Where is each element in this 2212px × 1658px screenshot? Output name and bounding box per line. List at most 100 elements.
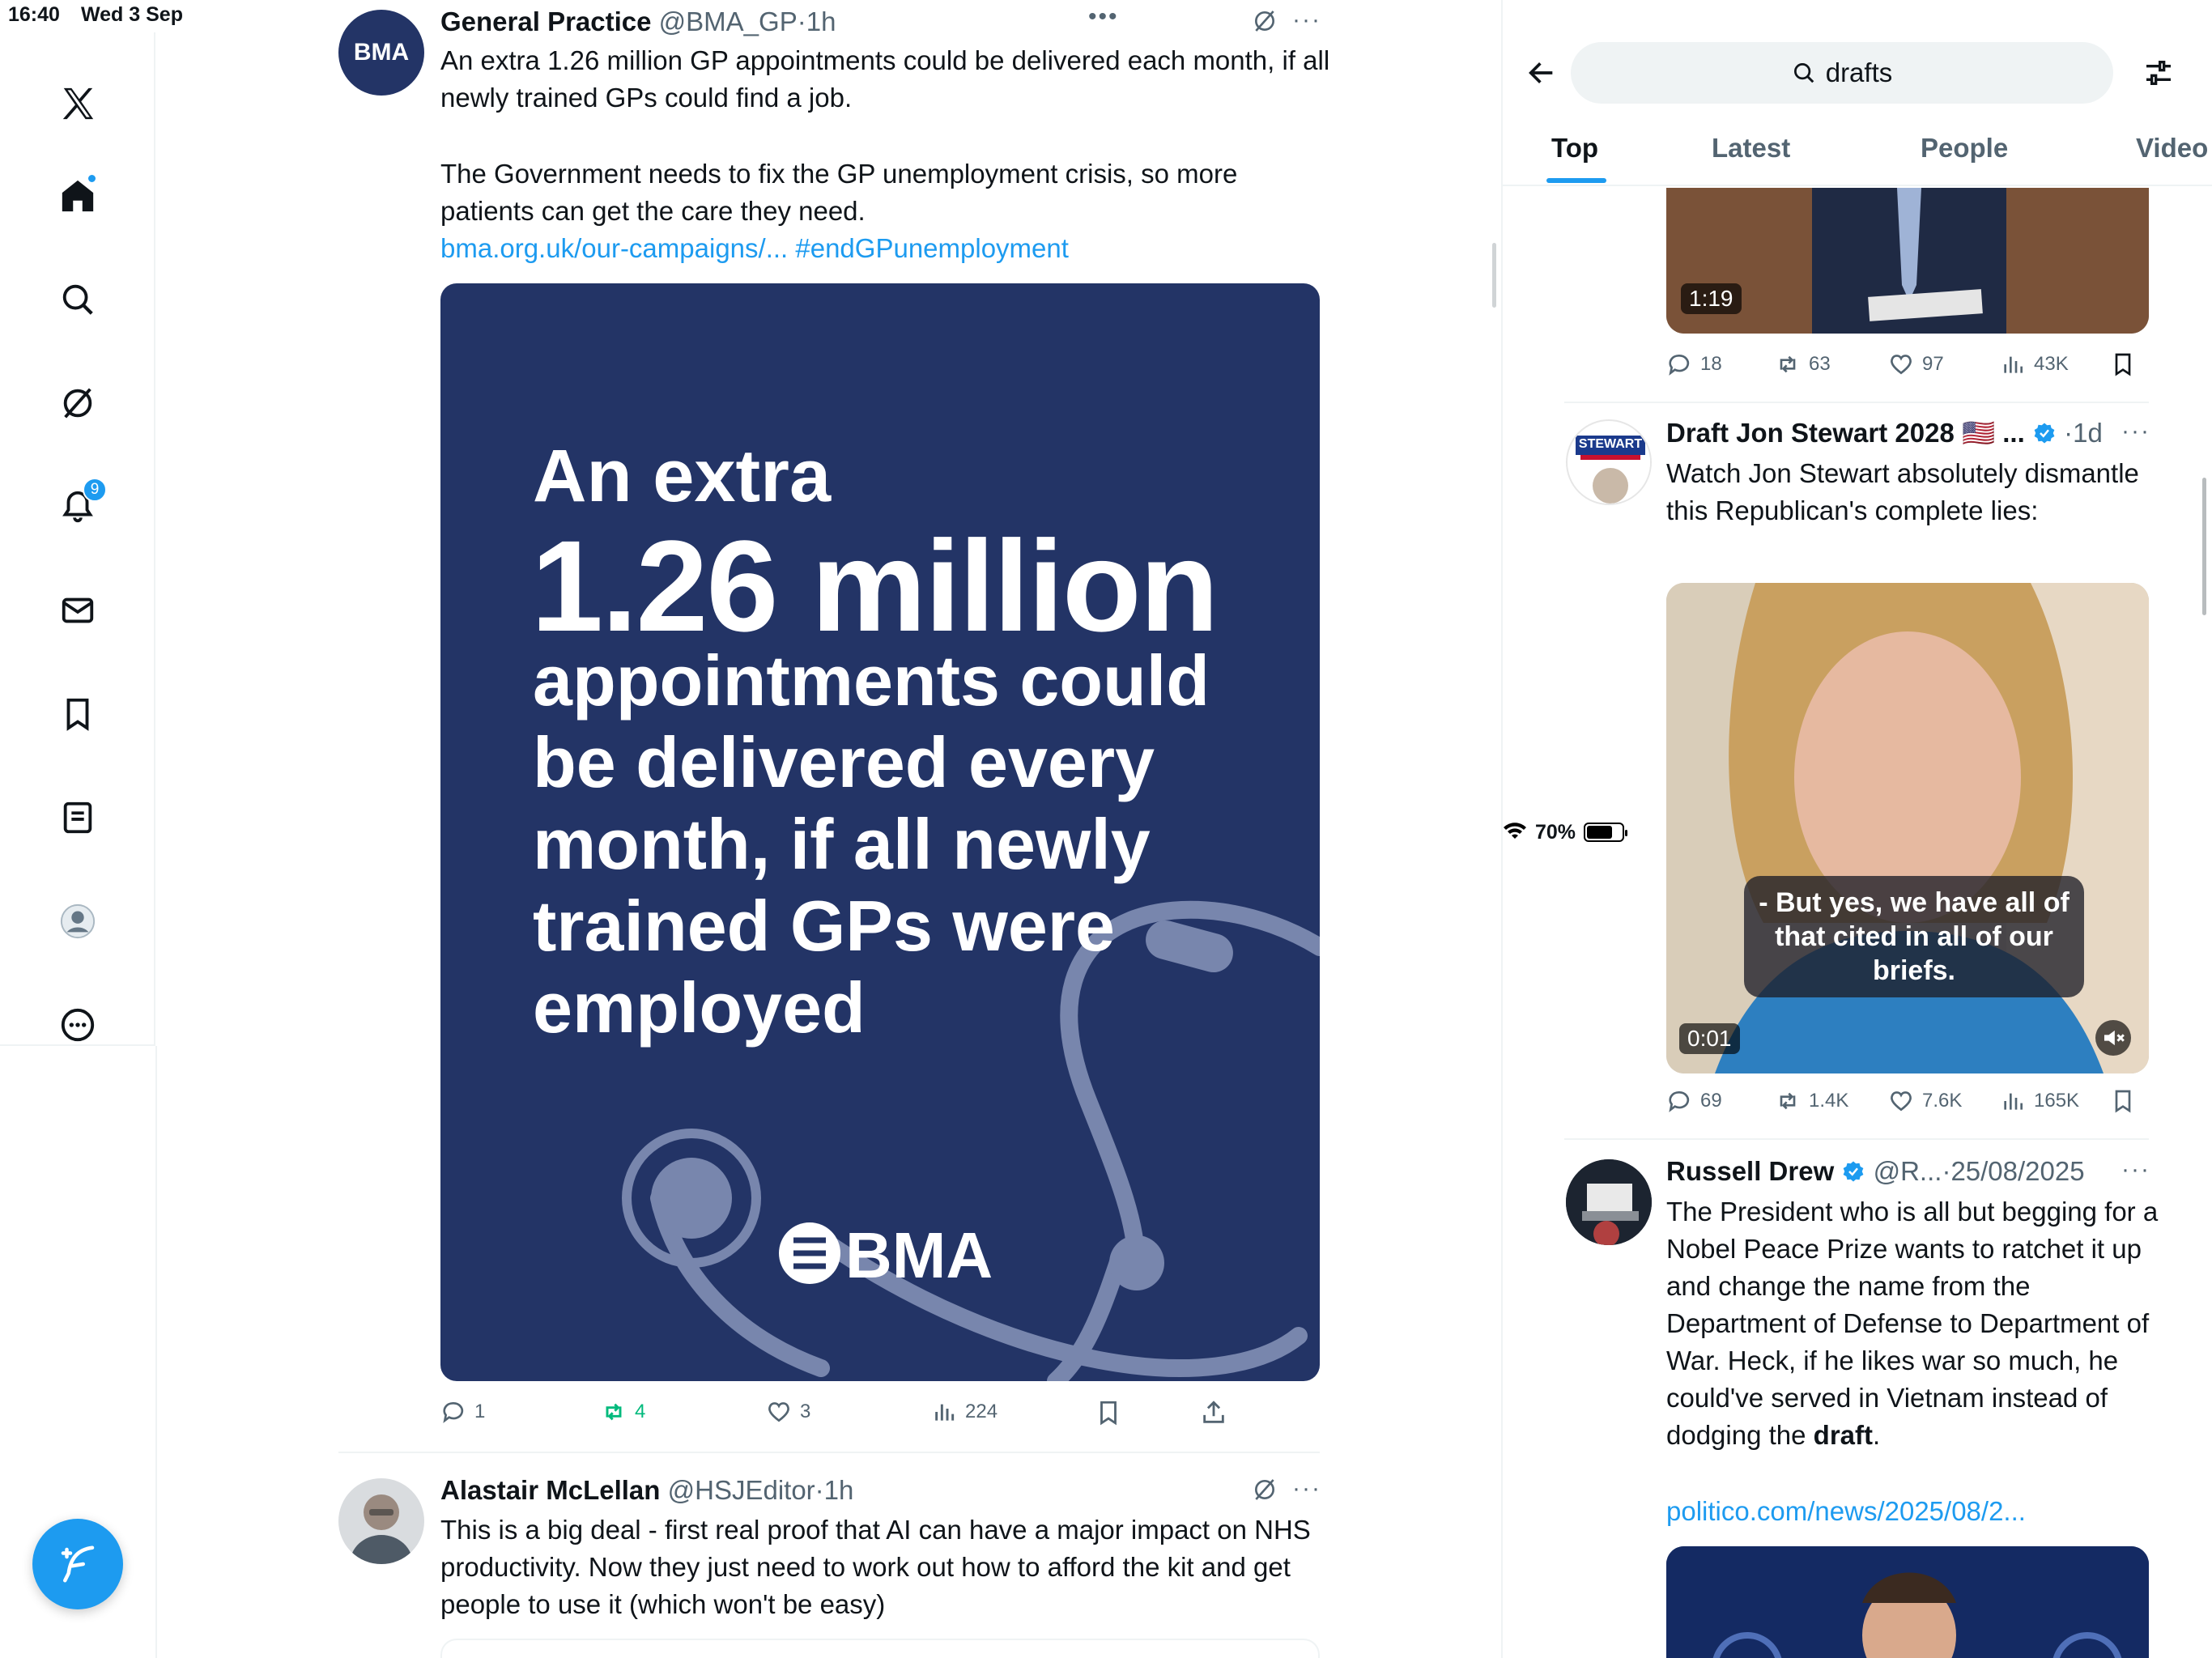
heart-icon [1891,355,1912,375]
card-line-1: An extra [533,435,832,517]
tweet-media-preview[interactable] [440,1639,1320,1658]
author-name[interactable]: Alastair McLellan [440,1475,660,1505]
tweet-avatar-russell-drew[interactable] [1566,1159,1652,1245]
grok-icon[interactable] [1252,8,1278,34]
views-bars-icon [2004,356,2023,373]
more-options-icon[interactable] [47,994,108,1056]
repost-button[interactable]: 1.4K [1775,1088,1848,1114]
tweet-time[interactable]: 25/08/2025 [1950,1156,2084,1186]
pane-divider [1501,0,1503,1658]
tweet-text-end: . [1873,1420,1881,1450]
tweet-avatar-alastair[interactable] [338,1478,424,1564]
author-handle[interactable]: @R... [1874,1156,1942,1186]
author-name[interactable]: General Practice [440,6,652,36]
reply-icon [443,1401,464,1423]
card-line-3: appointments could be delivered every mo… [533,640,1210,1048]
author-name[interactable]: Draft Jon Stewart 2028 [1666,418,1955,448]
tweet-link[interactable]: politico.com/news/2025/08/2... [1666,1493,2162,1530]
tweet-separator [1564,402,2149,403]
notifications-badge: 9 [83,478,107,502]
right-scrollbar[interactable] [2202,478,2206,615]
tweet-time[interactable]: 1d [2073,418,2103,448]
like-button[interactable]: 3 [766,1399,810,1425]
battery-percent: 70% [1535,820,1576,844]
tab-video[interactable]: Video [2136,133,2208,164]
tweet-top-overflow-icon[interactable]: ••• [1088,3,1119,31]
reply-button[interactable]: 69 [1666,1088,1722,1114]
reply-button[interactable]: 1 [440,1399,485,1425]
tweet-image-card[interactable]: An extra 1.26 million appointments could… [440,283,1320,1381]
like-button[interactable]: 7.6K [1888,1088,1962,1114]
status-date: Wed 3 Sep [81,3,183,26]
bookmark-icon[interactable] [2110,1088,2136,1114]
video-player[interactable]: - But yes, we have all of that cited in … [1666,583,2149,1073]
views-count: 165K [2034,1090,2080,1112]
avatar-text: STEWART [1578,437,1643,451]
tweet-time[interactable]: 1h [806,6,836,36]
reply-button[interactable]: 18 [1666,351,1722,377]
tab-people[interactable]: People [1921,133,2008,164]
mute-icon[interactable] [2095,1020,2131,1056]
tweet-more-icon[interactable]: ··· [2121,1156,2150,1184]
search-bar[interactable]: drafts [1571,42,2113,104]
tweet-avatar-jon-stewart[interactable]: STEWART [1566,419,1652,505]
views-button[interactable]: 43K [2000,351,2069,377]
pane-resize-handle[interactable] [1492,243,1496,308]
hashtag-link[interactable]: #endGPunemployment [795,233,1069,263]
author-name[interactable]: Russell Drew [1666,1156,1834,1186]
grok-icon[interactable] [1252,1477,1278,1503]
nav-divider [155,1046,157,1658]
views-count: 224 [965,1401,998,1422]
video-caption: - But yes, we have all of that cited in … [1744,876,2084,997]
middot: · [815,1475,824,1505]
reply-count: 1 [474,1401,486,1422]
tweet-header: Draft Jon Stewart 2028 🇺🇸 ... ·1d [1666,418,2103,449]
repost-button[interactable]: 63 [1775,351,1831,377]
like-button[interactable]: 97 [1888,351,1944,377]
middot: · [2064,418,2074,448]
bookmark-icon[interactable] [1095,1399,1122,1426]
bookmark-icon[interactable] [2110,351,2136,377]
messages-envelope-icon[interactable] [47,580,108,641]
tab-top[interactable]: Top [1551,133,1598,164]
search-icon[interactable] [47,269,108,330]
profile-avatar-icon[interactable] [47,891,108,952]
repost-count: 63 [1809,353,1831,375]
views-bars-icon [2004,1093,2023,1110]
x-logo-icon[interactable] [47,73,108,134]
tweet-header: Russell Drew @R...·25/08/2025 [1666,1156,2085,1187]
card-bma-logo: BMA [845,1219,993,1291]
repost-button[interactable]: 4 [601,1399,645,1425]
home-icon[interactable] [47,165,108,227]
user-photo-icon [1566,1159,1652,1245]
tweet-more-icon[interactable]: ··· [2121,418,2150,445]
tweet-time[interactable]: 1h [824,1475,854,1505]
home-unread-dot [87,173,97,184]
views-button[interactable]: 165K [2000,1088,2079,1114]
repost-icon [1780,355,1796,373]
views-button[interactable]: 224 [931,1399,998,1425]
compose-post-button[interactable] [32,1519,123,1609]
tweet-more-icon[interactable]: ··· [1292,6,1321,34]
search-query[interactable]: drafts [1826,57,1893,88]
bookmarks-icon[interactable] [47,683,108,745]
back-arrow-icon[interactable] [1525,57,1558,89]
tweet-avatar-bma[interactable]: BMA [338,10,424,96]
link-card-image[interactable] [1666,1546,2149,1658]
search-filter-icon[interactable] [2142,57,2175,89]
tweet-text: The President who is all but begging for… [1666,1193,2162,1454]
video-thumbnail[interactable]: 1:19 [1666,188,2149,334]
author-handle[interactable]: @BMA_GP [659,6,798,36]
tweet-separator [338,1452,1320,1453]
tweet-link[interactable]: bma.org.uk/our-campaigns/... [440,233,788,263]
lists-icon[interactable] [47,787,108,848]
author-handle[interactable]: @HSJEditor [668,1475,815,1505]
share-icon[interactable] [1200,1399,1227,1426]
battery-icon [1584,823,1628,842]
grok-icon[interactable] [47,372,108,434]
reply-icon [1669,1090,1690,1112]
tab-latest[interactable]: Latest [1712,133,1790,164]
notifications-bell-icon[interactable]: 9 [47,476,108,538]
tweet-more-icon[interactable]: ··· [1292,1475,1321,1503]
verified-badge-icon [2034,423,2055,444]
